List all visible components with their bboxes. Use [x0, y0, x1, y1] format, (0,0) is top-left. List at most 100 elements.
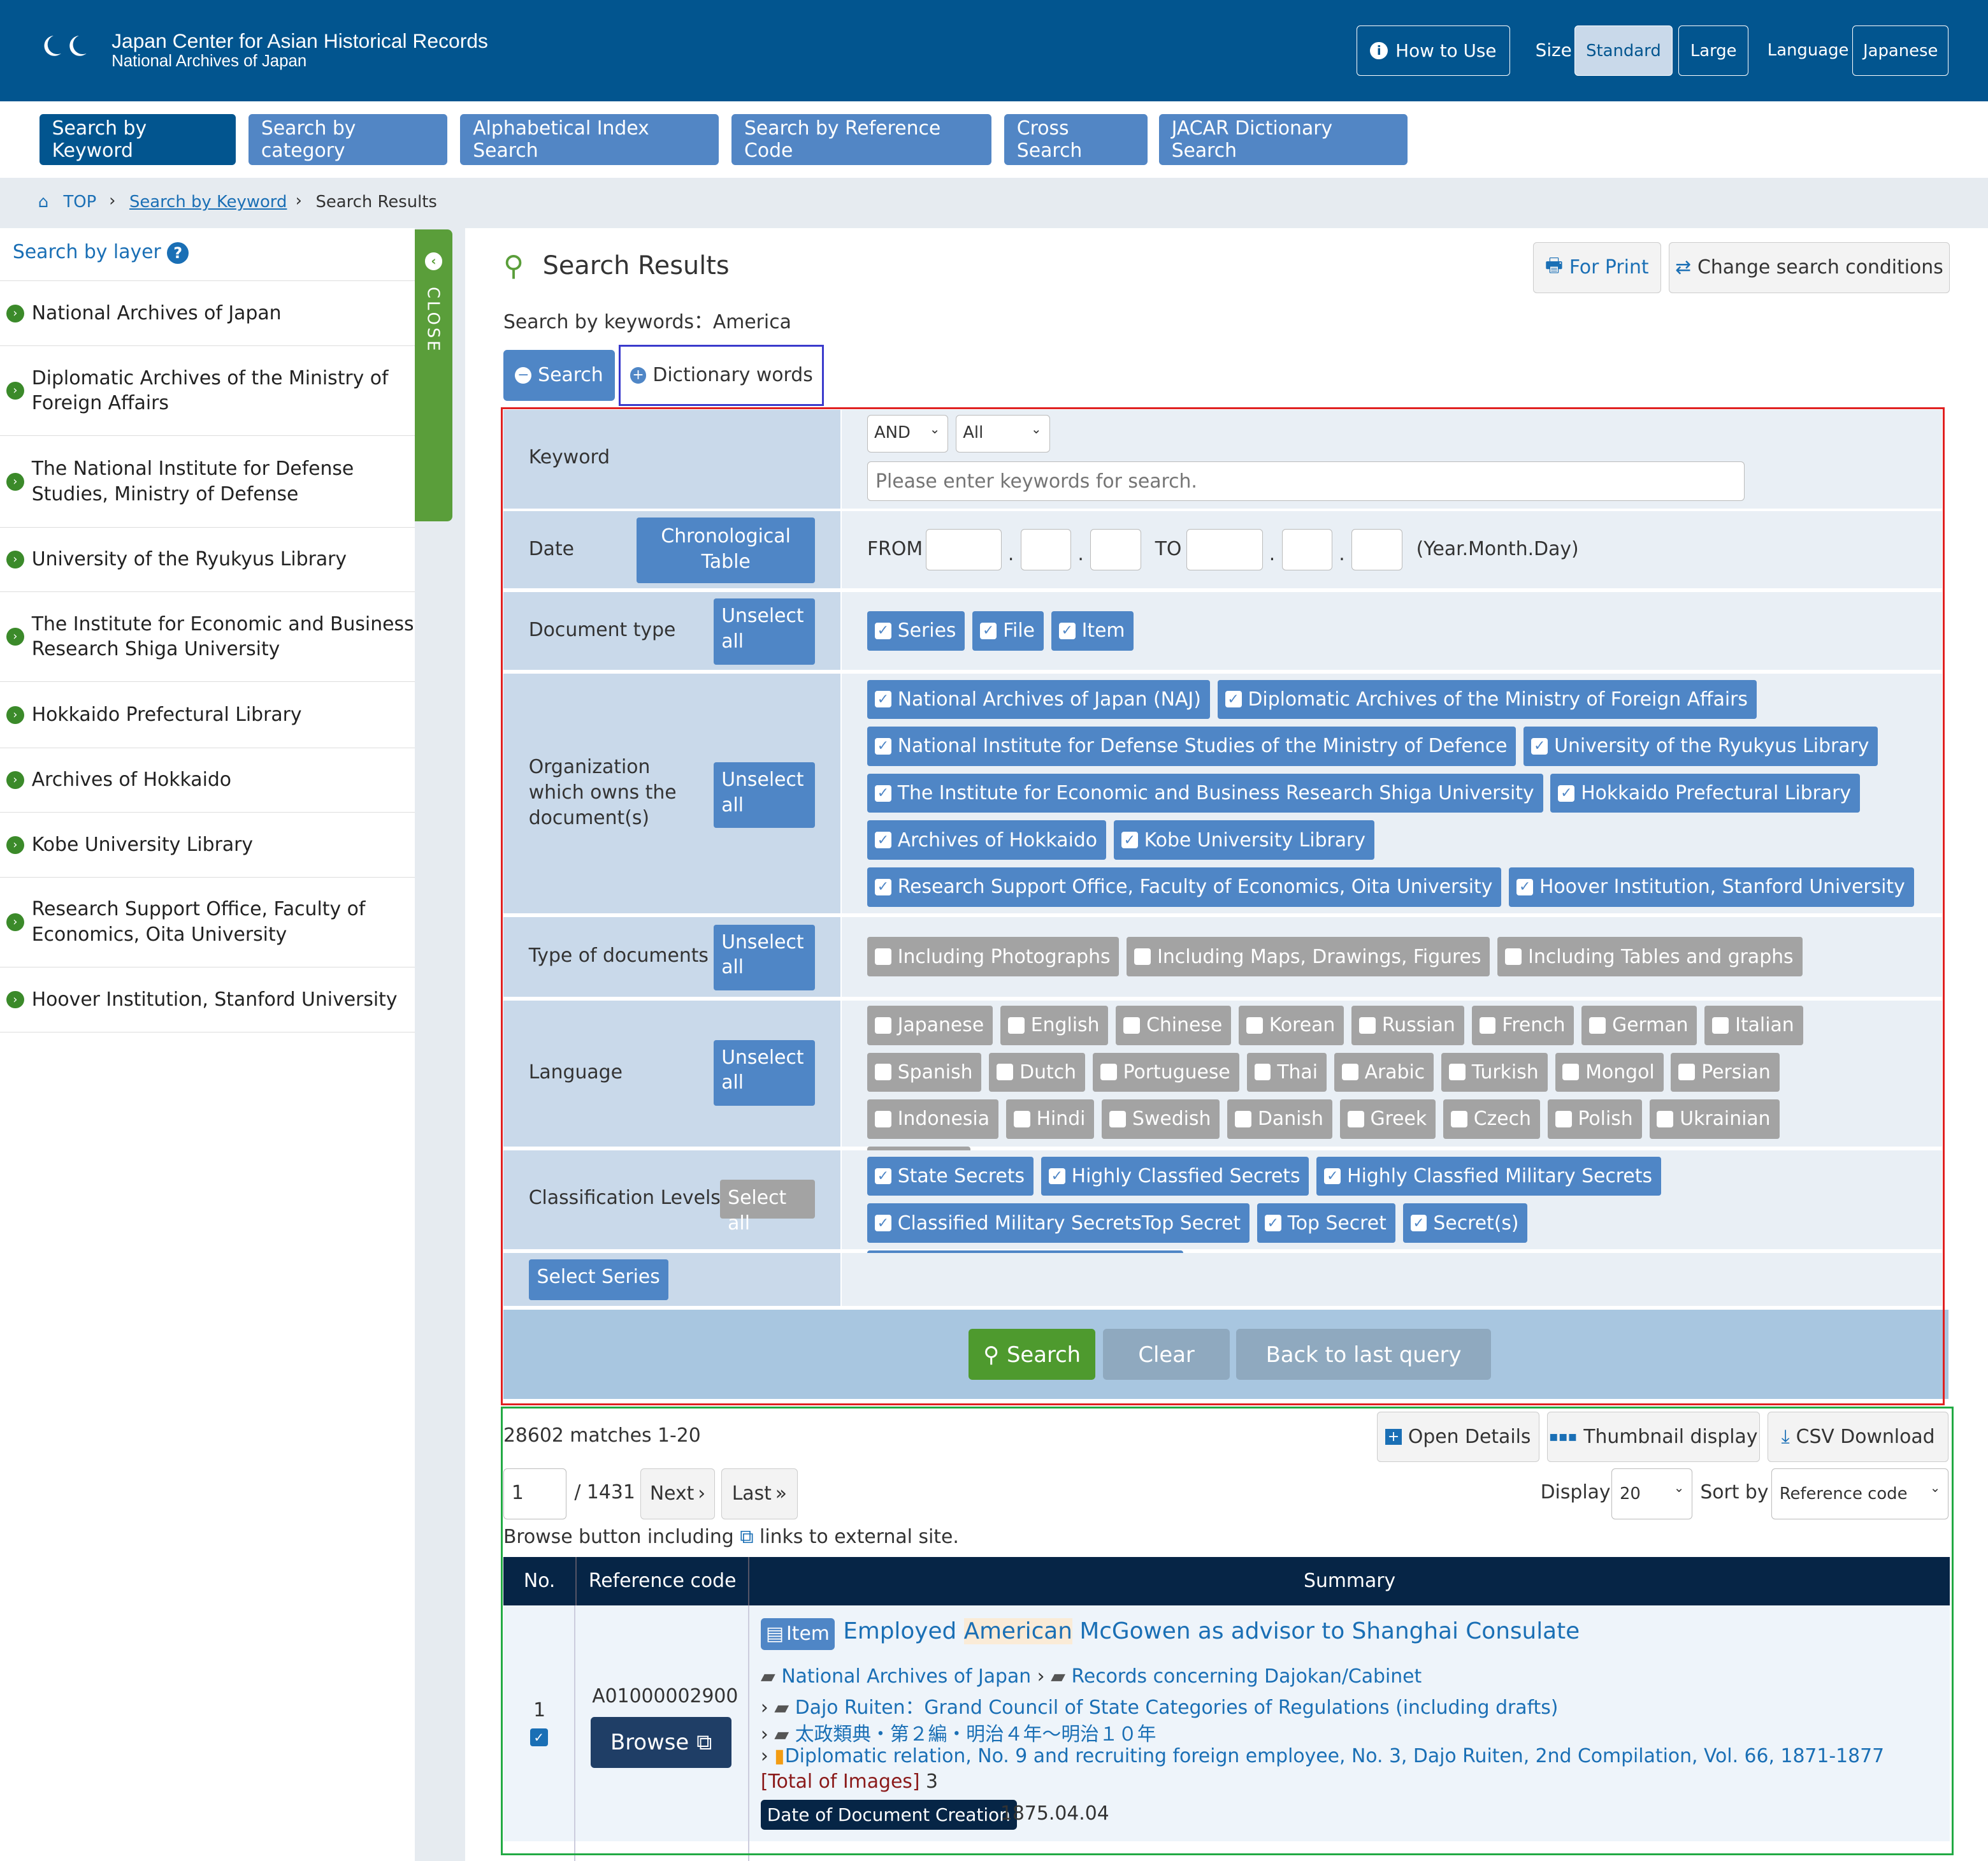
change-search-conditions-button[interactable]: ⇄ Change search conditions	[1668, 242, 1950, 293]
checkbox-option[interactable]: Greek	[1339, 1099, 1436, 1139]
search-tab[interactable]: − Search	[503, 350, 616, 401]
path-link[interactable]: Dajo Ruiten：Grand Council of State Categ…	[795, 1697, 1559, 1719]
path-link[interactable]: Diplomatic relation, No. 9 and recruitin…	[785, 1745, 1884, 1767]
open-details-button[interactable]: + Open Details	[1376, 1411, 1539, 1463]
sort-select[interactable]: Reference code ⌄	[1771, 1468, 1949, 1519]
sidebar-item[interactable]: › University of the Ryukyus Library	[0, 528, 415, 593]
sidebar-item[interactable]: › Research Support Office, Faculty of Eco…	[0, 878, 415, 968]
checkbox-option[interactable]: Including Tables and graphs	[1497, 937, 1803, 977]
checkbox-option[interactable]: ✓ Diplomatic Archives of the Ministry of …	[1217, 679, 1757, 720]
operator-select[interactable]: AND ⌄	[867, 414, 949, 453]
browse-button[interactable]: Browse ⧉	[591, 1717, 732, 1768]
checkbox-option[interactable]: Danish	[1227, 1099, 1332, 1139]
checkbox-option[interactable]: Mongol	[1555, 1052, 1664, 1092]
logo-title[interactable]: Japan Center for Asian Historical Record…	[112, 29, 488, 53]
checkbox-option[interactable]: Czech	[1443, 1099, 1540, 1139]
checkbox-option[interactable]: Swedish	[1102, 1099, 1220, 1139]
path-link[interactable]: Records concerning Dajokan/Cabinet	[1072, 1665, 1422, 1688]
size-standard-button[interactable]: Standard	[1574, 25, 1673, 76]
checkbox-option[interactable]: French	[1471, 1005, 1574, 1045]
checkbox-option[interactable]: English	[1000, 1005, 1109, 1045]
to-month-input[interactable]	[1281, 528, 1333, 571]
organization-unselect-all[interactable]: Unselect all	[714, 762, 816, 829]
checkbox-option[interactable]: German	[1581, 1005, 1697, 1045]
language-unselect-all[interactable]: Unselect all	[714, 1039, 816, 1106]
tab-reference-code[interactable]: Search by Reference Code	[731, 114, 992, 165]
record-title-link[interactable]: Employed American McGowen as advisor to …	[843, 1618, 1580, 1644]
checkbox-option[interactable]: Hindi	[1005, 1099, 1095, 1139]
checkbox-option[interactable]: ✓ Top Secret	[1257, 1203, 1395, 1243]
checkbox-option[interactable]: Including Photographs	[867, 937, 1120, 977]
checkbox-option[interactable]: ✓ Highly Classfied Military Secrets	[1316, 1156, 1661, 1196]
checkbox-option[interactable]: Indonesia	[867, 1099, 998, 1139]
checkbox-option[interactable]: ✓ State Secrets	[867, 1156, 1034, 1196]
checkbox-option[interactable]: ✓ National Archives of Japan (NAJ)	[867, 679, 1210, 720]
checkbox-option[interactable]: Japanese	[867, 1005, 993, 1045]
checkbox-option[interactable]: ✓ Hoover Institution, Stanford University	[1509, 867, 1914, 907]
sidebar-item[interactable]: › National Archives of Japan	[0, 282, 415, 347]
checkbox-option[interactable]: Italian	[1704, 1005, 1803, 1045]
checkbox-option[interactable]: ✓ Item	[1051, 611, 1134, 651]
checkbox-option[interactable]: ✓ File	[972, 611, 1044, 651]
row-checkbox[interactable]: ✓	[529, 1728, 548, 1746]
help-icon[interactable]: ?	[167, 242, 189, 264]
sidebar-item[interactable]: › The Institute for Economic and Business…	[0, 592, 415, 683]
tab-search-by-keyword[interactable]: Search by Keyword	[39, 114, 236, 165]
csv-download-button[interactable]: ⤓ CSV Download	[1767, 1411, 1949, 1463]
checkbox-option[interactable]: Spanish	[867, 1052, 982, 1092]
for-print-button[interactable]: 🖶 For Print	[1532, 242, 1661, 293]
checkbox-option[interactable]: ✓ Research Support Office, Faculty of Eco…	[867, 867, 1502, 907]
sidebar-item[interactable]: › Hokkaido Prefectural Library	[0, 683, 415, 748]
checkbox-option[interactable]: Russian	[1351, 1005, 1464, 1045]
breadcrumb-search-by-keyword[interactable]: Search by Keyword	[129, 192, 287, 212]
scope-select[interactable]: All ⌄	[956, 414, 1050, 453]
checkbox-option[interactable]: Polish	[1547, 1099, 1642, 1139]
to-day-input[interactable]	[1351, 528, 1402, 571]
clear-button[interactable]: Clear	[1103, 1329, 1230, 1380]
checkbox-option[interactable]: ✓ Series	[867, 611, 965, 651]
checkbox-option[interactable]: Portuguese	[1092, 1052, 1239, 1092]
select-series-button[interactable]: Select Series	[528, 1259, 668, 1300]
checkbox-option[interactable]: Persian	[1671, 1052, 1780, 1092]
chronological-table-button[interactable]: Chronological Table	[636, 517, 816, 584]
checkbox-option[interactable]: Including Maps, Drawings, Figures	[1127, 937, 1490, 977]
logo-subtitle[interactable]: National Archives of Japan	[112, 52, 306, 71]
sidebar-item[interactable]: › The National Institute for Defense Stud…	[0, 436, 415, 528]
document-type-unselect-all[interactable]: Unselect all	[714, 598, 816, 665]
tab-cross-search[interactable]: Cross Search	[1004, 114, 1148, 165]
from-month-input[interactable]	[1020, 528, 1072, 571]
tab-alphabetical-index[interactable]: Alphabetical Index Search	[460, 114, 719, 165]
from-year-input[interactable]	[925, 528, 1002, 571]
type-of-documents-unselect-all[interactable]: Unselect all	[714, 924, 816, 991]
language-japanese-button[interactable]: Japanese	[1852, 25, 1949, 76]
sidebar-item[interactable]: › Kobe University Library	[0, 813, 415, 878]
checkbox-option[interactable]: ✓ National Institute for Defense Studies …	[867, 727, 1516, 766]
checkbox-option[interactable]: ✓ University of the Ryukyus Library	[1523, 727, 1878, 766]
checkbox-option[interactable]: Arabic	[1334, 1052, 1434, 1092]
search-submit-button[interactable]: ⚲ Search	[969, 1329, 1096, 1380]
checkbox-option[interactable]: ✓ Secret(s)	[1402, 1203, 1528, 1243]
next-page-button[interactable]: Next ›	[640, 1468, 716, 1519]
checkbox-option[interactable]: ✓ Kobe University Library	[1113, 820, 1374, 860]
thumbnail-display-button[interactable]: ▪▪▪ Thumbnail display	[1546, 1411, 1760, 1463]
checkbox-option[interactable]: ✓ Highly Classfied Secrets	[1041, 1156, 1309, 1196]
how-to-use-button[interactable]: i How to Use	[1357, 25, 1510, 76]
path-link[interactable]: National Archives of Japan	[781, 1665, 1031, 1688]
last-page-button[interactable]: Last»	[721, 1468, 798, 1519]
path-link[interactable]: 太政類典・第２編・明治４年～明治１０年	[795, 1723, 1156, 1746]
dictionary-words-tab[interactable]: + Dictionary words	[619, 345, 825, 406]
checkbox-option[interactable]: Thai	[1246, 1052, 1327, 1092]
sidebar-item[interactable]: › Diplomatic Archives of the Ministry of …	[0, 346, 415, 437]
checkbox-option[interactable]: Dutch	[989, 1052, 1085, 1092]
checkbox-option[interactable]: ✓ The Institute for Economic and Business…	[867, 773, 1543, 813]
display-count-select[interactable]: 20 ⌄	[1611, 1468, 1693, 1519]
classification-select-all[interactable]: Select all	[720, 1179, 816, 1235]
keyword-input[interactable]	[867, 461, 1745, 501]
to-year-input[interactable]	[1186, 528, 1263, 571]
checkbox-option[interactable]: Korean	[1239, 1005, 1344, 1045]
size-large-button[interactable]: Large	[1678, 25, 1748, 76]
tab-jacar-dictionary[interactable]: JACAR Dictionary Search	[1158, 114, 1408, 165]
breadcrumb-top[interactable]: TOP	[63, 192, 96, 212]
page-number-input[interactable]: 1	[503, 1468, 567, 1519]
sidebar-item[interactable]: › Hoover Institution, Stanford University	[0, 967, 415, 1032]
